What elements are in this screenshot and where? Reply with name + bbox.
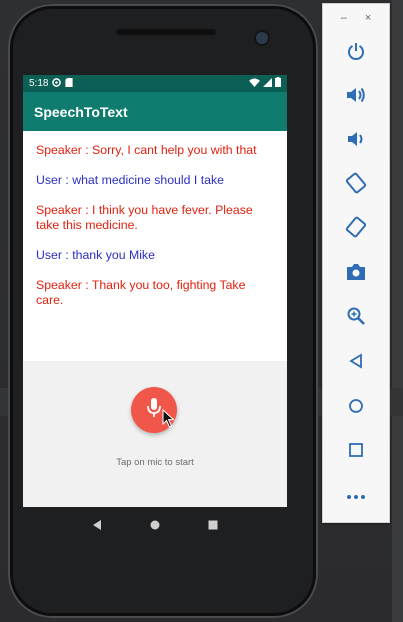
mic-panel: Tap on mic to start <box>23 361 287 507</box>
volume-down-icon <box>346 129 366 154</box>
power-button[interactable] <box>323 37 389 69</box>
back-icon <box>348 352 364 374</box>
camera-icon <box>346 263 366 286</box>
more-icon <box>346 487 366 505</box>
volume-down-button[interactable] <box>323 125 389 157</box>
signal-icon <box>263 77 272 90</box>
message-speaker: Speaker : Sorry, I cant help you with th… <box>36 143 257 157</box>
more-button[interactable] <box>323 480 389 512</box>
overview-icon <box>348 442 364 463</box>
close-button[interactable]: × <box>365 12 371 24</box>
rotate-left-icon <box>345 172 367 199</box>
device-nav-bar <box>23 507 287 547</box>
nav-overview-button[interactable] <box>207 518 219 536</box>
device-screen: 5:18 SpeechToText Speaker : Sorry, I can… <box>23 75 287 507</box>
message-user: User : thank you Mike <box>36 248 155 262</box>
zoom-icon <box>346 306 366 331</box>
zoom-button[interactable] <box>323 302 389 334</box>
battery-icon <box>275 77 281 90</box>
ide-right-panel <box>392 0 403 622</box>
microphone-icon <box>145 397 163 424</box>
nav-back-button[interactable] <box>91 518 103 536</box>
mic-hint: Tap on mic to start <box>116 457 194 468</box>
home-button[interactable] <box>323 392 389 424</box>
sd-card-icon <box>65 77 74 90</box>
wifi-icon <box>249 77 260 90</box>
volume-up-button[interactable] <box>323 81 389 113</box>
overview-button[interactable] <box>323 436 389 468</box>
rotate-left-button[interactable] <box>323 169 389 201</box>
back-button[interactable] <box>323 347 389 379</box>
minimize-button[interactable]: – <box>341 12 347 24</box>
emulator-toolbar: – × <box>322 3 390 523</box>
app-toolbar: SpeechToText <box>23 92 287 131</box>
screenshot-button[interactable] <box>323 258 389 290</box>
power-icon <box>346 41 366 66</box>
earpiece <box>116 29 216 35</box>
settings-notification-icon <box>52 77 62 90</box>
message-speaker: Speaker : Thank you too, fighting Take c… <box>36 278 246 307</box>
rotate-right-button[interactable] <box>323 213 389 245</box>
app-content: Speaker : Sorry, I cant help you with th… <box>23 131 287 507</box>
front-camera <box>256 32 268 44</box>
toolbar-header: – × <box>323 4 389 32</box>
rotate-right-icon <box>345 216 367 243</box>
message-list: Speaker : Sorry, I cant help you with th… <box>23 131 287 359</box>
status-time: 5:18 <box>29 78 49 89</box>
message-speaker: Speaker : I think you have fever. Please… <box>36 203 253 232</box>
mouse-cursor-icon <box>162 408 175 433</box>
message-user: User : what medicine should I take <box>36 173 224 187</box>
nav-home-button[interactable] <box>149 518 161 536</box>
status-bar: 5:18 <box>23 75 287 92</box>
home-icon <box>348 398 364 419</box>
volume-up-icon <box>345 85 367 110</box>
app-title: SpeechToText <box>34 103 128 120</box>
